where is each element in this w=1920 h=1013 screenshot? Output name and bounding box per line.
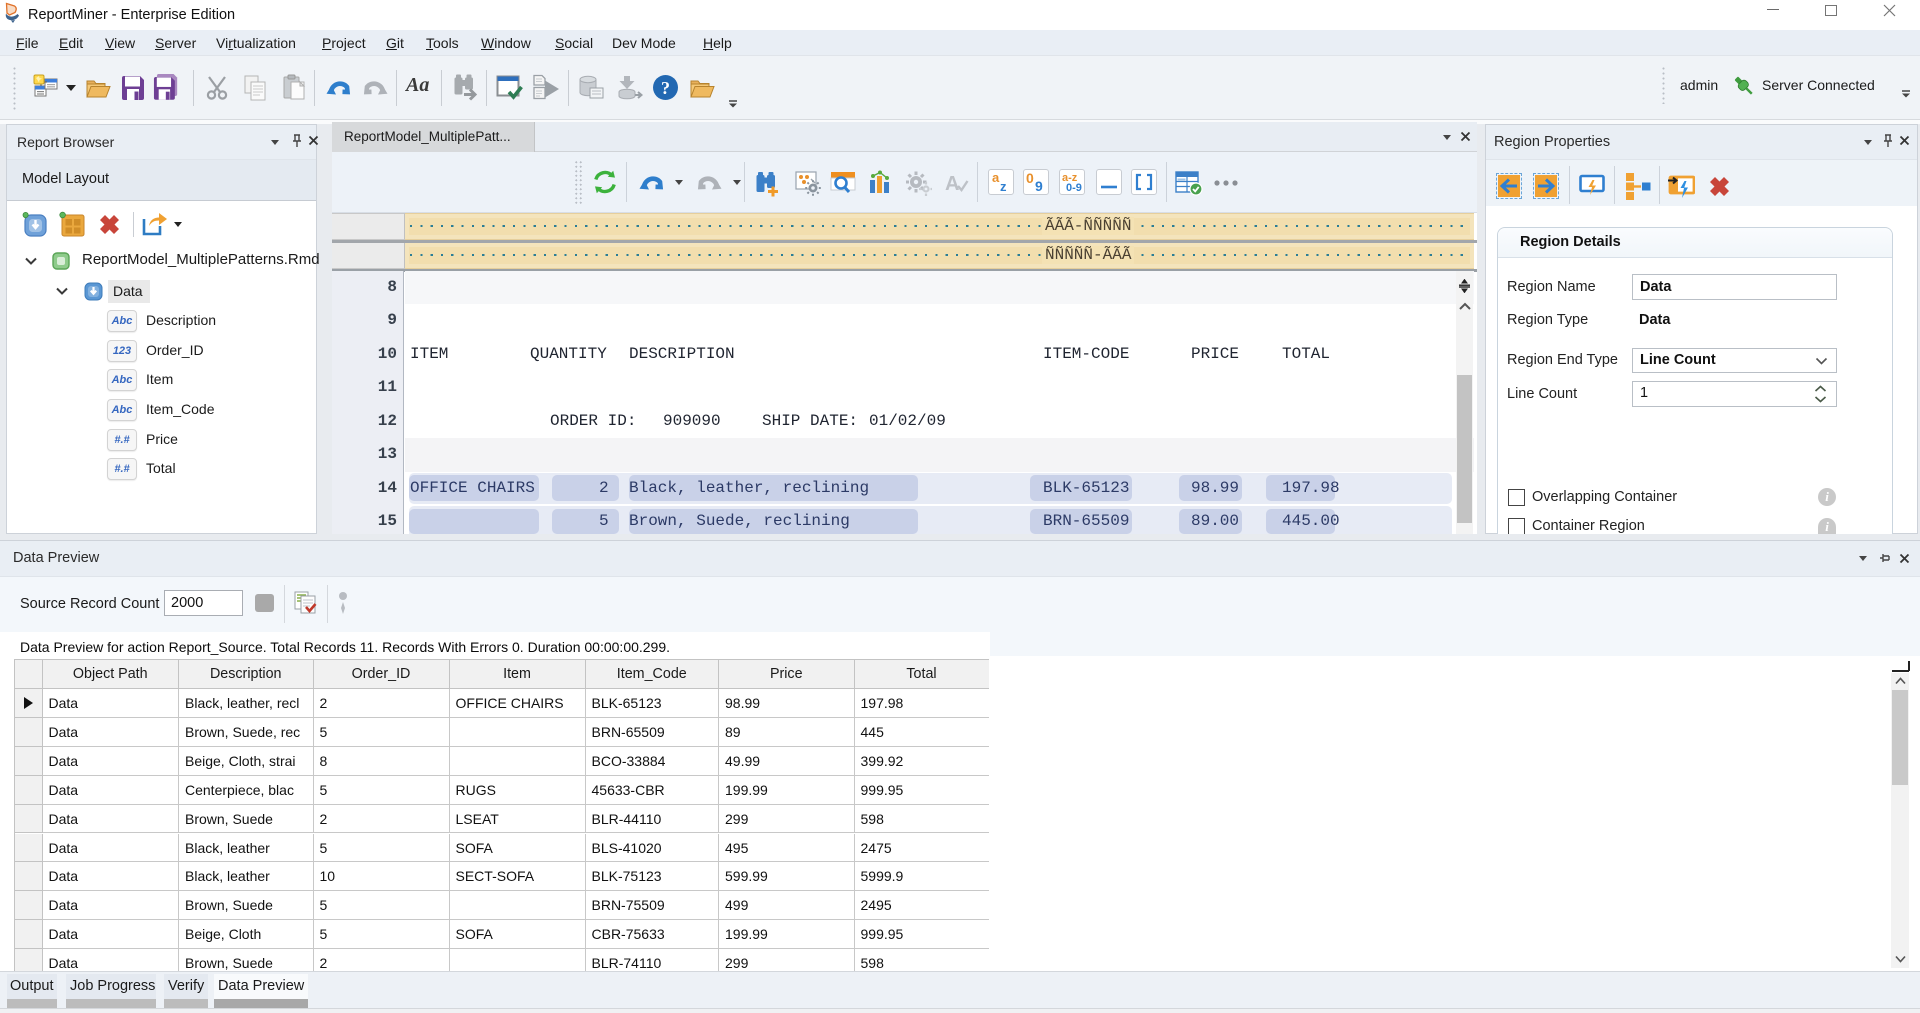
svg-text:0: 0 (1026, 170, 1034, 186)
svg-text:z: z (1000, 179, 1007, 194)
svg-text:a: a (992, 170, 1000, 185)
svg-text:0-9: 0-9 (1066, 182, 1082, 194)
svg-text:A: A (945, 173, 959, 195)
svg-text:9: 9 (1035, 178, 1043, 194)
svg-text:?: ? (661, 78, 670, 98)
